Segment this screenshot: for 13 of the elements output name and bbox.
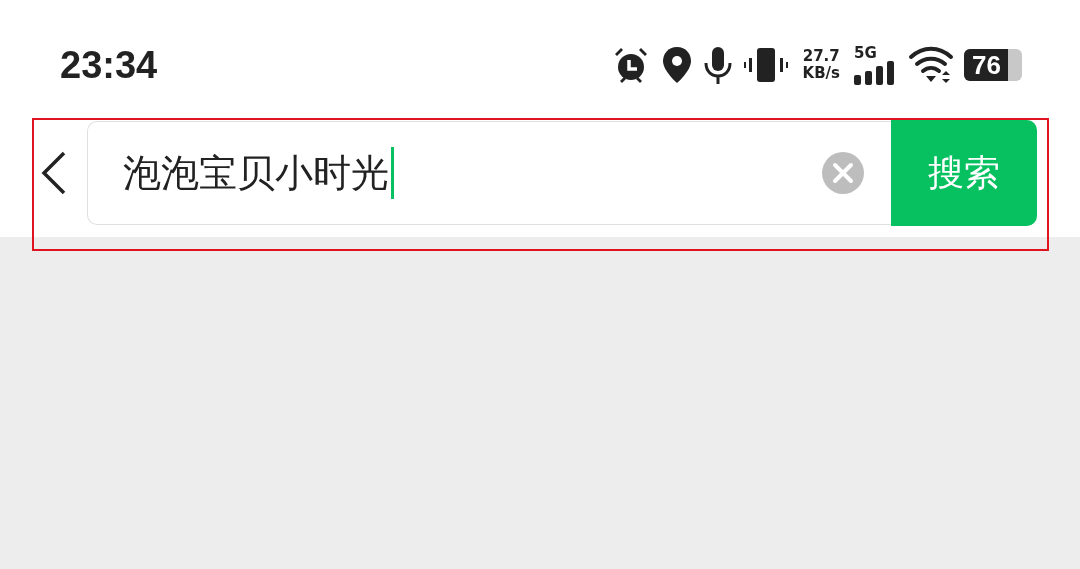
back-icon[interactable] [40,149,68,197]
battery-percent: 76 [971,49,1001,81]
network-speed-unit: KB/s [802,65,840,82]
microphone-icon [702,45,733,85]
wifi-icon [908,45,954,85]
network-speed: 27.7 [802,48,840,65]
network-type: 5G [854,45,877,61]
text-cursor [391,147,394,199]
location-pin-icon [660,45,693,85]
signal-icon [854,61,894,85]
search-field[interactable]: 泡泡宝贝小时光 [87,121,891,225]
vibrate-icon [742,45,789,85]
clock-time: 23:34 [60,43,158,87]
